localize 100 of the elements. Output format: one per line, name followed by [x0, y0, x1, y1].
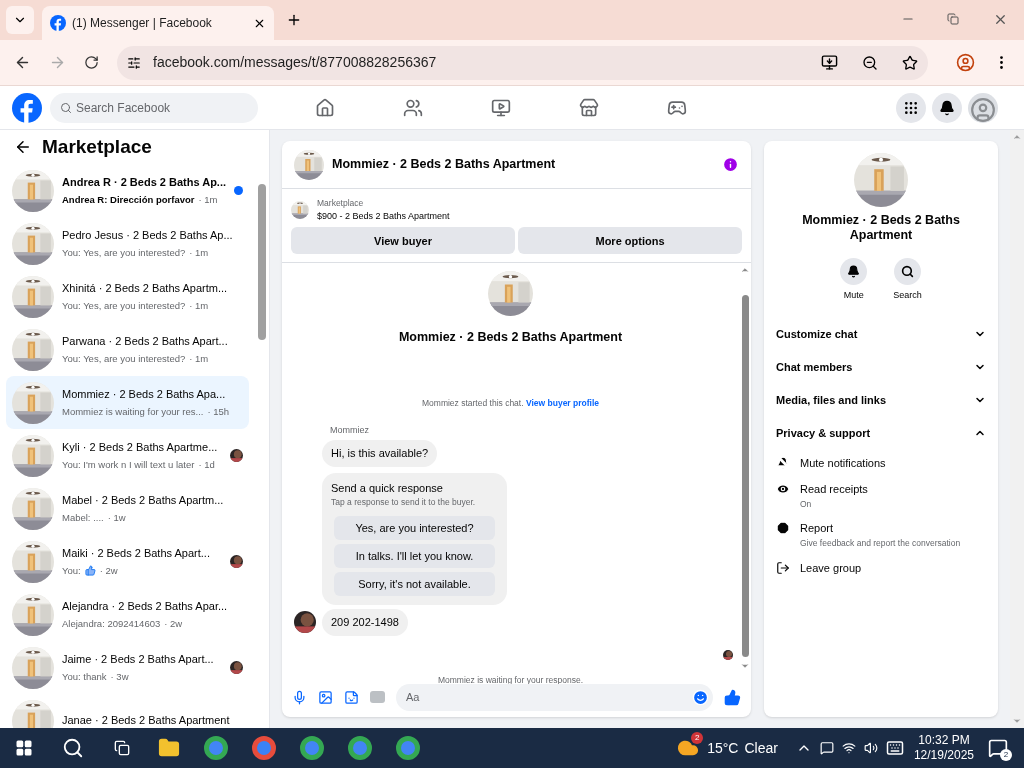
scroll-down-icon[interactable] [740, 661, 750, 671]
notifications-button[interactable] [932, 92, 962, 123]
conversation-time: · 1m [189, 351, 209, 366]
network-icon[interactable] [841, 741, 856, 755]
sticker-icon[interactable] [344, 689, 359, 705]
browser-taskbar-icon[interactable] [348, 736, 372, 760]
menu-button[interactable] [896, 92, 926, 123]
search-icon[interactable] [62, 737, 84, 759]
details-menu-item[interactable]: Read receipts On [776, 476, 986, 516]
thumbs-up-icon[interactable] [724, 688, 741, 706]
conversation-title: Jaime · 2 Beds 2 Baths Apart... [62, 652, 215, 668]
exit-icon [776, 560, 790, 575]
conversation-snippet: You: thank [62, 669, 107, 684]
browser-taskbar-icon[interactable] [252, 736, 276, 760]
keyboard-icon[interactable] [885, 739, 904, 757]
conversation-title: Parwana · 2 Beds 2 Baths Apart... [62, 334, 229, 350]
conversation-title: Kyli · 2 Beds 2 Baths Apartme... [62, 440, 219, 456]
conversation-item[interactable]: Mommiez · 2 Beds 2 Baths Apa... Mommiez is waiting for your res... · 15h [6, 376, 249, 429]
install-icon[interactable] [821, 54, 838, 71]
conversation-item[interactable]: Xhinitá · 2 Beds 2 Baths Apartm... You: Yes, are you interested? · 1m [6, 270, 249, 323]
video-icon[interactable] [491, 97, 511, 118]
conversation-snippet: You: Yes, are you interested? [62, 298, 186, 313]
conversation-time: · 1w [107, 510, 126, 525]
conversation-item[interactable]: Jaime · 2 Beds 2 Baths Apart... You: thank · 3w [6, 641, 249, 694]
chat-title[interactable]: Mommiez · 2 Beds 2 Baths Apartment [332, 155, 714, 174]
conversation-item[interactable]: Alejandra · 2 Beds 2 Baths Apar... Alejandra: 2092414603 · 2w [6, 588, 249, 641]
details-action-button[interactable] [894, 258, 921, 285]
grid-icon [903, 99, 919, 116]
intro-title: Mommiez · 2 Beds 2 Baths Apartment [398, 329, 623, 347]
scrollbar[interactable] [258, 184, 266, 340]
task-view-icon[interactable] [114, 740, 130, 756]
quick-response-title: Send a quick response [331, 480, 444, 496]
browser-taskbar-icon[interactable] [204, 736, 228, 760]
bell-off-icon [776, 455, 790, 470]
listing-action-button[interactable]: View buyer [291, 227, 515, 255]
conversation-snippet: You: [62, 563, 81, 578]
zoom-icon[interactable] [862, 54, 878, 71]
conversation-snippet: You: Yes, are you interested? [62, 351, 186, 366]
photo-icon[interactable] [318, 689, 333, 705]
conversation-time: · 1m [198, 192, 218, 207]
quick-response-button[interactable]: Yes, are you interested? [334, 516, 495, 540]
quick-response-button[interactable]: In talks. I'll let you know. [334, 544, 495, 568]
listing-label: Marketplace [317, 197, 365, 210]
conversation-item[interactable]: Parwana · 2 Beds 2 Baths Apart... You: Yes, are you interested? · 1m [6, 323, 249, 376]
browser-tab[interactable]: (1) Messenger | Facebook [42, 6, 274, 40]
site-settings-icon[interactable] [127, 55, 141, 70]
profile-icon[interactable] [956, 53, 975, 72]
new-tab-icon[interactable] [286, 12, 302, 28]
listing-action-button[interactable]: More options [518, 227, 742, 255]
clock-time: 10:32 PM [918, 733, 970, 748]
restore-icon[interactable] [947, 13, 959, 25]
details-action-button[interactable] [840, 258, 868, 285]
person-icon [970, 96, 996, 123]
conversation-item[interactable]: Kyli · 2 Beds 2 Baths Apartme... You: I'm work n I will text u later · 1d [6, 429, 249, 482]
details-section-header[interactable]: Media, files and links [776, 383, 986, 417]
browser-taskbar-icon[interactable] [396, 736, 420, 760]
conversation-time: · 3w [110, 669, 129, 684]
conversation-title: Andrea R · 2 Beds 2 Baths Ap... [62, 175, 226, 191]
conversation-snippet: Andrea R: Dirección porfavor [62, 192, 195, 207]
account-button[interactable] [968, 92, 998, 123]
friends-icon[interactable] [403, 97, 423, 118]
clock-date: 12/19/2025 [913, 748, 974, 763]
bookmark-star-icon[interactable] [902, 54, 918, 71]
conversation-item[interactable]: Pedro Jesus · 2 Beds 2 Baths Ap... You: Yes, are you interested? · 1m [6, 217, 249, 270]
view-buyer-profile-link[interactable]: View buyer profile [525, 398, 599, 408]
eye-icon [776, 482, 790, 496]
microphone-icon[interactable] [292, 689, 307, 705]
conversation-time: · 1m [189, 298, 209, 313]
conversation-item[interactable]: Maiki · 2 Beds 2 Baths Apart... You: · 2w [6, 535, 249, 588]
home-icon[interactable] [315, 97, 335, 118]
search-field[interactable]: Search Facebook [50, 92, 258, 123]
details-menu-item[interactable]: Mute notifications [776, 449, 986, 476]
store-icon[interactable] [579, 97, 599, 118]
conversation-snippet: Mommiez is waiting for your res... [62, 404, 204, 419]
back-icon[interactable] [14, 54, 31, 71]
close-window-icon[interactable] [993, 12, 1008, 27]
conversation-item[interactable]: Mabel · 2 Beds 2 Baths Apartm... Mabel: .... · 1w [6, 482, 249, 535]
details-menu-item[interactable]: Report Give feedback and report the conversation [776, 515, 986, 555]
address-bar[interactable]: facebook.com/messages/t/877008828256367 [117, 45, 928, 80]
details-title: Mommiez · 2 Beds 2 Baths Apartment [801, 213, 961, 243]
reload-icon[interactable] [84, 55, 99, 70]
quick-response-button[interactable]: Sorry, it's not available. [334, 572, 495, 596]
conversation-item[interactable]: Andrea R · 2 Beds 2 Baths Ap... Andrea R: Dirección porfavor · 1m [6, 164, 249, 217]
details-menu-item[interactable]: Leave group [776, 554, 986, 581]
message-field[interactable]: Aa [396, 683, 713, 711]
conversation-title: Pedro Jesus · 2 Beds 2 Baths Ap... [62, 228, 234, 244]
search-icon [901, 265, 914, 278]
details-section-header[interactable]: Chat members [776, 350, 986, 384]
file-explorer-icon[interactable] [158, 737, 180, 759]
browser-taskbar-icon[interactable] [300, 736, 324, 760]
message-bubble: 209 202-1498 [322, 609, 408, 636]
start-icon[interactable] [15, 739, 33, 757]
info-icon[interactable] [722, 156, 739, 173]
details-section-header[interactable]: Customize chat [776, 317, 986, 351]
message-bubble: Hi, is this available? [322, 440, 438, 467]
conversation-time: · 2w [99, 563, 118, 578]
volume-icon[interactable] [863, 741, 878, 755]
scrollbar[interactable] [741, 295, 749, 657]
weather-badge: 2 [691, 732, 704, 744]
details-section-header[interactable]: Privacy & support [776, 416, 986, 450]
